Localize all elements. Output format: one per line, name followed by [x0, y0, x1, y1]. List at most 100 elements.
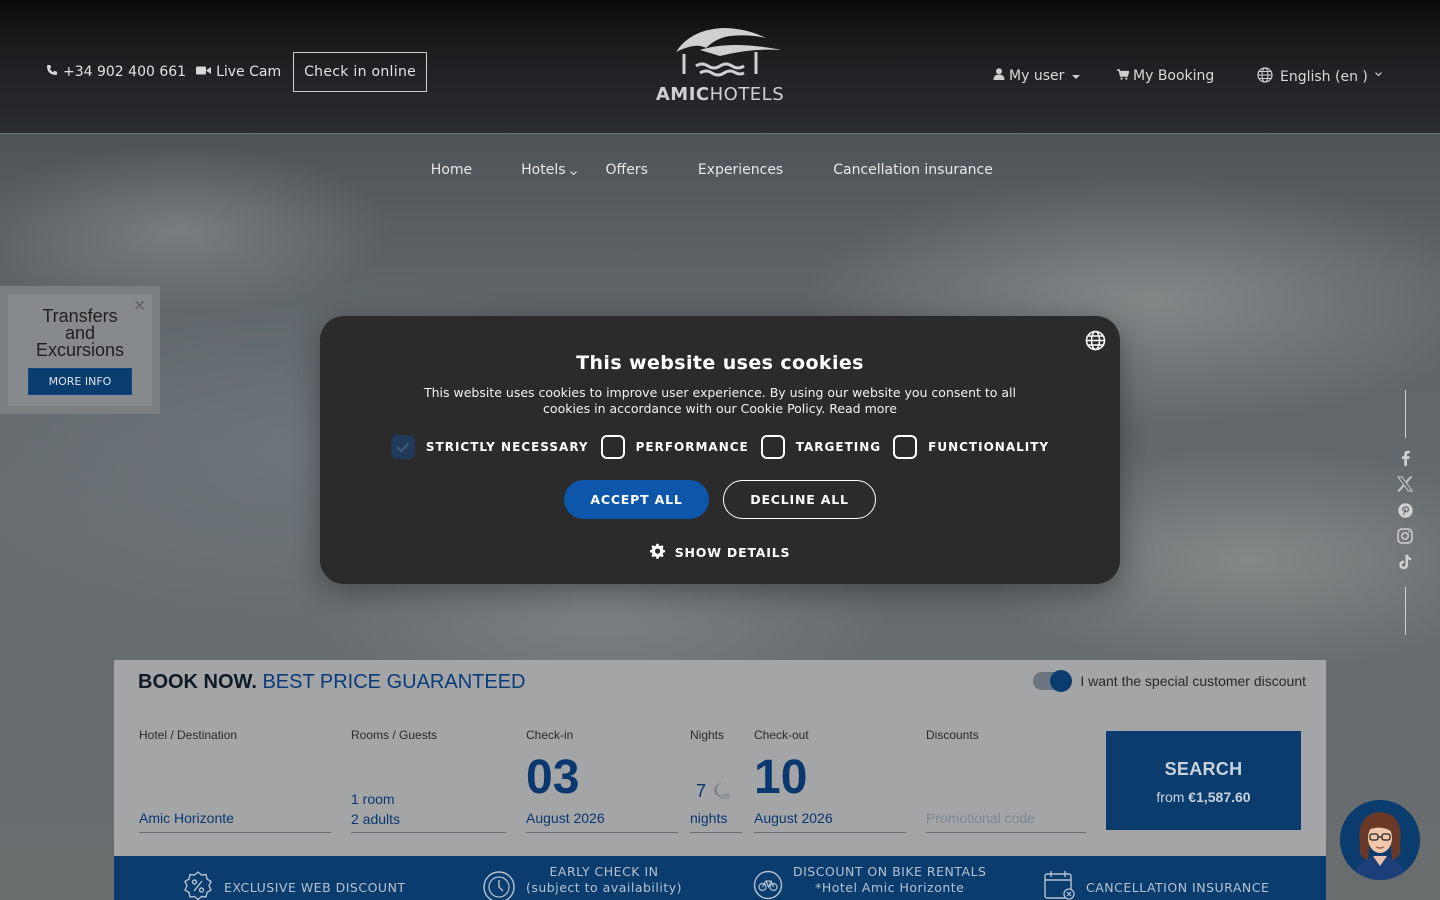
special-discount-toggle[interactable]: I want the special customer discount	[1033, 670, 1306, 692]
my-booking-link[interactable]: My Booking	[1117, 68, 1214, 84]
nights-value[interactable]: 7	[696, 781, 706, 802]
top-bar: +34 902 400 661 Live Cam Check in online…	[0, 0, 1440, 134]
nights-label: Nights	[690, 728, 725, 742]
booking-widget: BOOK NOW. BEST PRICE GUARANTEED I want t…	[114, 660, 1326, 856]
decline-all-button[interactable]: DECLINE ALL	[723, 480, 876, 519]
nav-cancellation-label: Cancellation insurance	[833, 162, 993, 178]
phone-link[interactable]: +34 902 400 661	[46, 64, 186, 80]
cookie-categories: STRICTLY NECESSARY PERFORMANCE TARGETING…	[320, 435, 1120, 459]
search-button[interactable]: SEARCH from €1,587.60	[1106, 731, 1301, 830]
cookie-consent-dialog: This website uses cookies This website u…	[320, 316, 1120, 584]
nav-item-cancellation-insurance[interactable]: Cancellation insurance	[783, 160, 1061, 180]
language-label: English (en )	[1280, 69, 1368, 85]
chat-assistant-avatar[interactable]	[1340, 800, 1420, 880]
perk-line2: (subject to availability)	[526, 880, 683, 895]
language-globe-icon[interactable]	[1085, 330, 1106, 355]
main-nav: Home Hotels Offers Experiences Cancellat…	[0, 160, 1440, 180]
search-label: SEARCH	[1164, 759, 1243, 779]
nav-home-label: Home	[430, 162, 473, 178]
discounts-field[interactable]: Discounts Promotional code	[926, 728, 1086, 833]
show-details-toggle[interactable]: SHOW DETAILS	[320, 543, 1120, 562]
checkout-day[interactable]: 10	[754, 750, 807, 805]
hotel-destination-field[interactable]: Hotel / Destination Amic Horizonte	[139, 728, 331, 833]
more-info-button[interactable]: MORE INFO	[27, 368, 133, 395]
calendar-cancel-icon	[1043, 870, 1076, 900]
perk-early-check-in: EARLY CHECK IN (subject to availability)	[482, 864, 683, 900]
functionality-checkbox[interactable]	[893, 435, 918, 459]
accept-all-button[interactable]: ACCEPT ALL	[564, 480, 709, 519]
booking-title-tagline: BEST PRICE GUARANTEED	[262, 671, 526, 693]
tiktok-icon[interactable]	[1397, 554, 1413, 570]
cookie-title: This website uses cookies	[576, 352, 864, 374]
perks-bar: EXCLUSIVE WEB DISCOUNT EARLY CHECK IN (su…	[114, 856, 1326, 900]
targeting-label: TARGETING	[795, 440, 882, 454]
phone-icon	[46, 64, 58, 80]
nav-hotels-label: Hotels	[521, 162, 566, 178]
moon-icon	[711, 781, 731, 806]
hotel-value[interactable]: Amic Horizonte	[139, 810, 234, 826]
perk-text: DISCOUNT ON BIKE RENTALS *Hotel Amic Hori…	[793, 864, 986, 896]
category-functionality[interactable]: FUNCTIONALITY	[893, 435, 1049, 459]
functionality-label: FUNCTIONALITY	[928, 440, 1050, 454]
promo-underline	[926, 832, 1086, 833]
category-targeting[interactable]: TARGETING	[760, 435, 882, 459]
nav-item-offers[interactable]: Offers	[577, 160, 648, 180]
category-performance[interactable]: PERFORMANCE	[600, 435, 749, 459]
nav-experiences-label: Experiences	[697, 162, 784, 178]
pinterest-icon[interactable]	[1397, 502, 1413, 518]
checkout-underline	[754, 832, 906, 833]
rooms-value[interactable]: 1 room	[351, 791, 395, 807]
video-camera-icon	[196, 64, 212, 80]
check-icon	[396, 442, 410, 452]
clock-icon	[482, 870, 516, 900]
language-selector[interactable]: English (en )	[1257, 67, 1382, 87]
amic-hotels-logo[interactable]: AMICHOTELS	[650, 22, 790, 105]
nav-item-experiences[interactable]: Experiences	[648, 160, 783, 180]
assistant-avatar-icon	[1340, 800, 1420, 880]
cookie-description-line2: cookies in accordance with our Cookie Po…	[543, 401, 897, 416]
price-value: €1,587.60	[1188, 789, 1251, 805]
globe-icon	[1257, 67, 1273, 87]
targeting-checkbox[interactable]	[760, 435, 785, 459]
price-prefix: from	[1156, 789, 1189, 805]
live-cam-link[interactable]: Live Cam	[196, 64, 281, 80]
perk-exclusive-web-discount: EXCLUSIVE WEB DISCOUNT	[182, 870, 406, 900]
search-price: from €1,587.60	[1106, 789, 1301, 805]
facebook-icon[interactable]	[1397, 450, 1413, 466]
cart-icon	[1117, 68, 1130, 84]
close-icon[interactable]: ×	[133, 296, 146, 314]
social-divider-top	[1404, 390, 1406, 438]
percent-badge-icon	[182, 870, 214, 900]
checkin-day[interactable]: 03	[526, 750, 579, 805]
perk-line1: EARLY CHECK IN	[549, 864, 659, 879]
discount-switch[interactable]	[1033, 670, 1073, 692]
checkout-month[interactable]: August 2026	[754, 810, 833, 826]
guests-value[interactable]: 2 adults	[351, 811, 400, 827]
performance-checkbox[interactable]	[600, 435, 625, 459]
strictly-necessary-checkbox[interactable]	[390, 435, 415, 459]
cookie-description: This website uses cookies to improve use…	[410, 385, 1030, 417]
perk-bike-rental-discount: DISCOUNT ON BIKE RENTALS *Hotel Amic Hori…	[753, 864, 986, 900]
caret-down-icon	[1072, 68, 1081, 84]
checkout-field[interactable]: Check-out 10 August 2026	[754, 728, 906, 833]
category-strictly-necessary[interactable]: STRICTLY NECESSARY	[390, 435, 589, 459]
top-left-links: +34 902 400 661 Live Cam Check in online	[46, 52, 428, 92]
promo-code-input[interactable]: Promotional code	[926, 810, 1035, 826]
nav-item-home[interactable]: Home	[379, 160, 472, 180]
checkin-month[interactable]: August 2026	[526, 810, 605, 826]
my-user-menu[interactable]: My user	[993, 68, 1081, 84]
instagram-icon[interactable]	[1397, 528, 1413, 544]
x-twitter-icon[interactable]	[1397, 476, 1413, 492]
booking-title: BOOK NOW. BEST PRICE GUARANTEED	[138, 671, 525, 694]
check-in-online-button[interactable]: Check in online	[293, 52, 428, 92]
rooms-guests-field[interactable]: Rooms / Guests 1 room 2 adults	[351, 728, 506, 833]
nav-item-hotels[interactable]: Hotels	[472, 160, 577, 180]
live-cam-label: Live Cam	[216, 64, 282, 80]
checkin-field[interactable]: Check-in 03 August 2026	[526, 728, 678, 833]
nav-offers-label: Offers	[605, 162, 648, 178]
user-icon	[993, 68, 1005, 84]
performance-label: PERFORMANCE	[635, 440, 749, 454]
nights-field[interactable]: Nights 7 nights	[690, 728, 742, 833]
perk-text: CANCELLATION INSURANCE	[1086, 880, 1269, 896]
logo-wordmark: AMICHOTELS	[655, 84, 785, 105]
